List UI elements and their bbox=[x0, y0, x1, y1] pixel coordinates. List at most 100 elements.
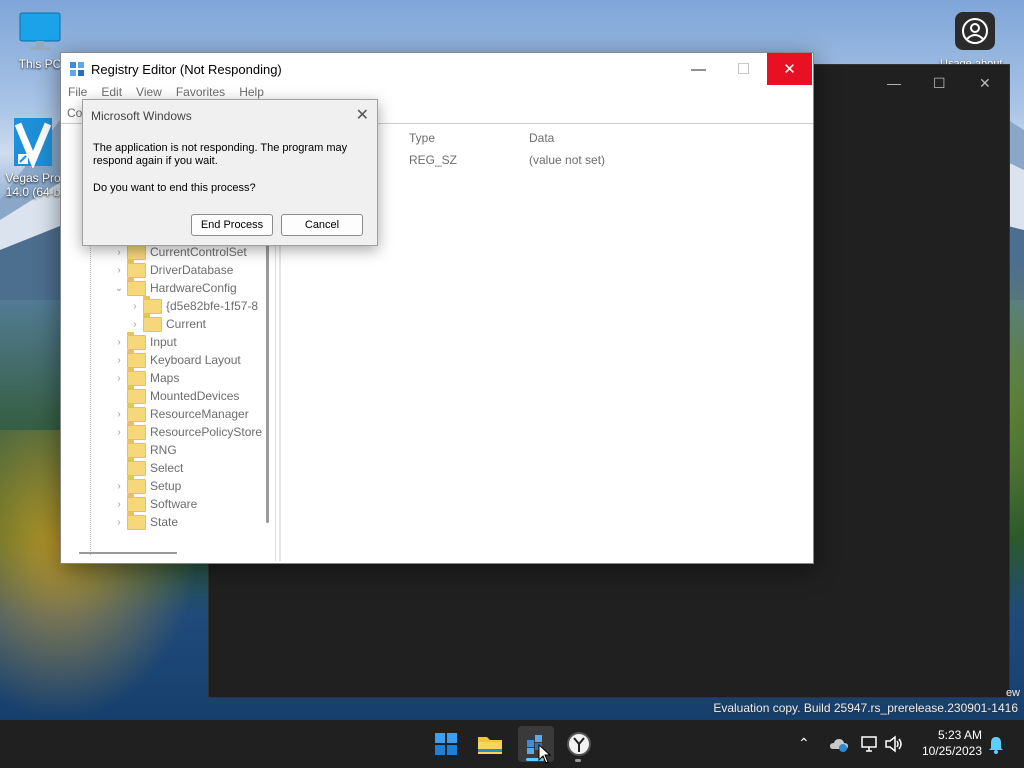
registry-editor-icon bbox=[70, 62, 84, 76]
user-account-button[interactable] bbox=[955, 12, 995, 50]
chevron-right-icon[interactable]: › bbox=[113, 337, 125, 348]
chevron-right-icon[interactable]: › bbox=[113, 409, 125, 420]
folder-icon bbox=[127, 349, 146, 368]
clock-time: 5:23 AM bbox=[937, 728, 982, 742]
tree-item[interactable]: › ResourceManager bbox=[113, 403, 249, 423]
folder-icon bbox=[127, 511, 146, 530]
tree-item[interactable]: › State bbox=[113, 511, 179, 531]
tree-item-label: Keyboard Layout bbox=[150, 353, 241, 367]
network-icon[interactable] bbox=[860, 735, 880, 753]
running-indicator bbox=[575, 759, 581, 762]
tree-item[interactable]: Select bbox=[113, 457, 184, 477]
minimize-button[interactable]: — bbox=[676, 53, 721, 85]
build-watermark: Evaluation copy. Build 25947.rs_prerelea… bbox=[713, 701, 1018, 715]
window-title: Registry Editor (Not Responding) bbox=[91, 61, 282, 77]
chevron-right-icon[interactable]: › bbox=[113, 499, 125, 510]
dialog-message: The application is not responding. The p… bbox=[93, 142, 348, 167]
chevron-right-icon[interactable]: › bbox=[113, 427, 125, 438]
folder-icon bbox=[127, 457, 146, 476]
folder-icon bbox=[127, 493, 146, 512]
tree-item[interactable]: › Input bbox=[113, 331, 177, 351]
minimize-icon[interactable]: — bbox=[887, 75, 901, 91]
tree-item-label: CurrentControlSet bbox=[150, 245, 247, 259]
tree-item-label: RNG bbox=[150, 443, 177, 457]
tree-item[interactable]: › {d5e82bfe-1f57-8 bbox=[129, 295, 258, 315]
taskbar-clock[interactable]: 5:23 AM 10/25/2023 bbox=[912, 727, 982, 759]
desktop-icon-vegas-pro[interactable]: Vegas Pro 14.0 (64-b bbox=[4, 104, 62, 213]
folder-icon bbox=[127, 241, 146, 260]
tree-item[interactable]: ⌄ HardwareConfig bbox=[113, 277, 237, 297]
folder-icon bbox=[127, 439, 146, 458]
end-process-button[interactable]: End Process bbox=[191, 214, 273, 236]
maximize-button[interactable]: ☐ bbox=[721, 53, 766, 85]
tree-item[interactable]: › Keyboard Layout bbox=[113, 349, 241, 369]
folder-icon bbox=[143, 295, 162, 314]
clock-app-icon bbox=[567, 732, 591, 756]
file-explorer-button[interactable] bbox=[472, 726, 508, 762]
clock-date: 10/25/2023 bbox=[921, 744, 982, 758]
tree-item-label: State bbox=[150, 515, 179, 529]
not-responding-dialog[interactable]: Microsoft Windows ✕ The application is n… bbox=[82, 99, 378, 246]
tree-item[interactable]: › DriverDatabase bbox=[113, 259, 234, 279]
column-header-type[interactable]: Type bbox=[409, 131, 435, 145]
tree-item[interactable]: RNG bbox=[113, 439, 177, 459]
tree-item-label: ResourceManager bbox=[150, 407, 249, 421]
chevron-down-icon[interactable]: ⌄ bbox=[113, 283, 125, 294]
tree-vertical-scrollbar[interactable] bbox=[266, 223, 269, 523]
dialog-question: Do you want to end this process? bbox=[93, 182, 256, 194]
chevron-right-icon[interactable]: › bbox=[113, 481, 125, 492]
title-bar[interactable]: Registry Editor (Not Responding) — ☐ ✕ bbox=[61, 53, 813, 85]
start-button[interactable] bbox=[428, 726, 464, 762]
chevron-right-icon[interactable]: › bbox=[113, 355, 125, 366]
onedrive-icon[interactable] bbox=[829, 737, 849, 753]
tree-item-label: Setup bbox=[150, 479, 182, 493]
tree-item-label: Input bbox=[150, 335, 177, 349]
tree-item[interactable]: › ResourcePolicyStore bbox=[113, 421, 262, 441]
chevron-right-icon[interactable]: › bbox=[129, 301, 141, 312]
folder-icon bbox=[127, 331, 146, 350]
start-icon bbox=[435, 733, 457, 755]
folder-icon bbox=[127, 475, 146, 494]
tree-item[interactable]: › Current bbox=[129, 313, 207, 333]
tree-item-label: HardwareConfig bbox=[150, 281, 237, 295]
dialog-close-icon[interactable]: ✕ bbox=[356, 105, 369, 125]
address-text: Co bbox=[67, 106, 83, 120]
tree-item[interactable]: MountedDevices bbox=[113, 385, 240, 405]
cancel-button[interactable]: Cancel bbox=[281, 214, 363, 236]
tree-item-label: Current bbox=[166, 317, 207, 331]
value-data-cell[interactable]: (value not set) bbox=[529, 153, 605, 167]
chevron-right-icon[interactable]: › bbox=[113, 265, 125, 276]
tree-item-label: Maps bbox=[150, 371, 180, 385]
tree-item-label: Select bbox=[150, 461, 184, 475]
maximize-icon[interactable]: ☐ bbox=[933, 75, 946, 92]
folder-icon bbox=[127, 403, 146, 422]
tree-horizontal-scrollbar[interactable] bbox=[79, 552, 177, 554]
clock-app-button[interactable] bbox=[561, 726, 597, 762]
file-explorer-icon bbox=[478, 737, 502, 754]
vegas-pro-icon bbox=[14, 118, 52, 170]
chevron-right-icon[interactable]: › bbox=[113, 517, 125, 528]
tree-item-label: DriverDatabase bbox=[150, 263, 234, 277]
close-icon[interactable]: ✕ bbox=[979, 75, 991, 92]
tree-item-label: MountedDevices bbox=[150, 389, 240, 403]
watermark-fragment: ew bbox=[1005, 687, 1020, 699]
folder-icon bbox=[127, 277, 146, 296]
chevron-right-icon[interactable]: › bbox=[113, 373, 125, 384]
monitor-icon bbox=[19, 12, 61, 50]
value-type-cell[interactable]: REG_SZ bbox=[409, 153, 457, 167]
tree-item-label: Software bbox=[150, 497, 198, 511]
folder-icon bbox=[127, 259, 146, 278]
chevron-up-icon[interactable]: ⌃ bbox=[798, 735, 810, 752]
chevron-right-icon[interactable]: › bbox=[129, 319, 141, 330]
folder-icon bbox=[127, 367, 146, 386]
tree-item[interactable]: › Software bbox=[113, 493, 198, 513]
tree-item[interactable]: › Maps bbox=[113, 367, 180, 387]
notification-bell-icon[interactable] bbox=[988, 736, 1004, 754]
chevron-right-icon[interactable]: › bbox=[113, 247, 125, 258]
volume-icon[interactable] bbox=[884, 735, 904, 753]
column-header-data[interactable]: Data bbox=[529, 131, 554, 145]
close-button[interactable]: ✕ bbox=[767, 53, 812, 85]
tree-item[interactable]: › Setup bbox=[113, 475, 182, 495]
folder-icon bbox=[127, 421, 146, 440]
folder-icon bbox=[143, 313, 162, 332]
